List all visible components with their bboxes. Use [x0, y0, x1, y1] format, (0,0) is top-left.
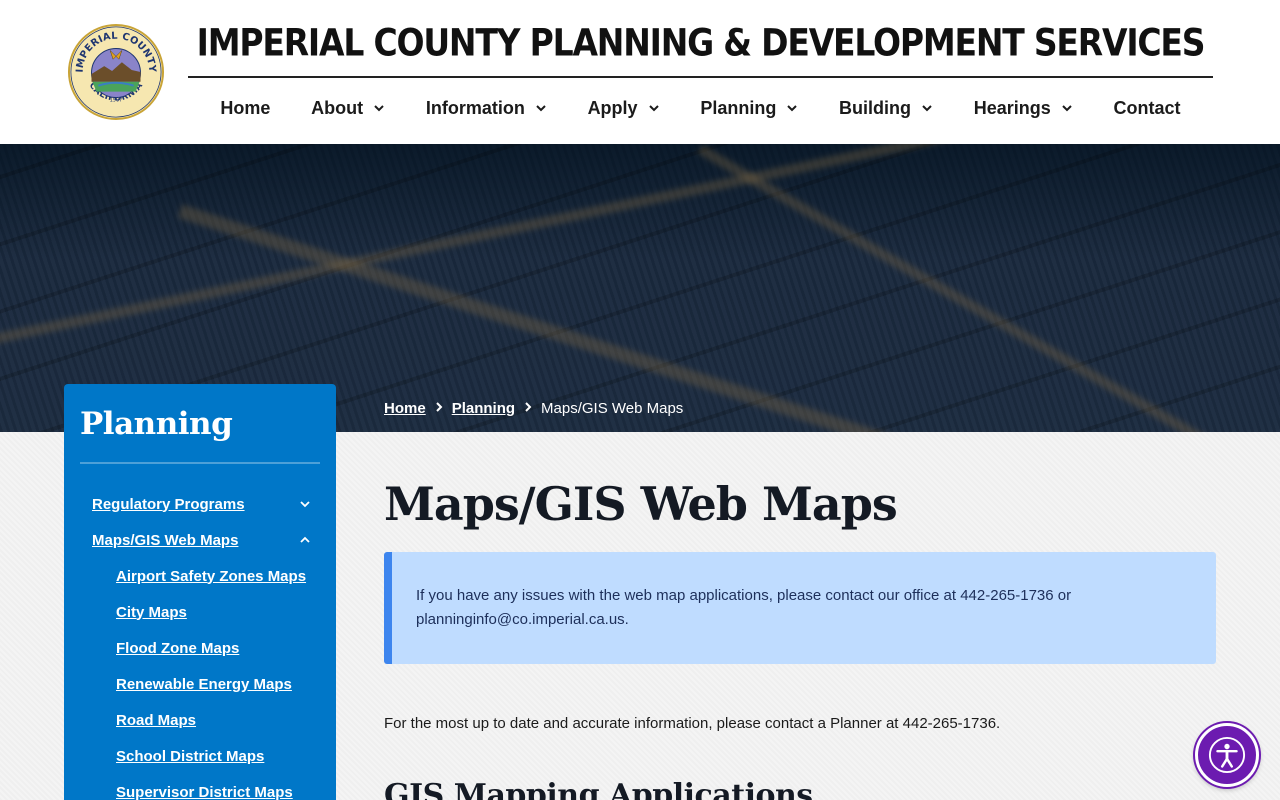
- nav-home-label: Home: [220, 97, 271, 118]
- sidebar-link-maps-gis[interactable]: Maps/GIS Web Maps: [92, 532, 238, 549]
- sidebar-link-city-maps[interactable]: City Maps: [116, 604, 187, 621]
- sidebar-link-supervisor-district-maps[interactable]: Supervisor District Maps: [116, 784, 293, 800]
- nav-planning[interactable]: Planning: [700, 98, 798, 119]
- sidebar-subitem: Road Maps: [80, 702, 320, 738]
- nav-hearings-label: Hearings: [973, 97, 1051, 118]
- chevron-down-icon: [922, 105, 932, 112]
- sidebar-link-flood-zone-maps[interactable]: Flood Zone Maps: [116, 640, 239, 657]
- page-title: Maps/GIS Web Maps: [384, 477, 898, 531]
- chevron-down-icon: [1062, 105, 1072, 112]
- sidebar-link-road-maps[interactable]: Road Maps: [116, 712, 196, 729]
- sidebar-link-airport-safety-zones[interactable]: Airport Safety Zones Maps: [116, 568, 306, 585]
- nav-contact[interactable]: Contact: [1114, 98, 1181, 119]
- chevron-down-icon[interactable]: [298, 497, 312, 511]
- chevron-down-icon: [374, 105, 384, 112]
- nav-planning-label: Planning: [700, 97, 777, 118]
- main-nav: Home About Information Apply Planning Bu…: [188, 88, 1213, 128]
- chevron-down-icon: [787, 105, 798, 112]
- breadcrumb-current: Maps/GIS Web Maps: [541, 399, 684, 417]
- chevron-down-icon: [536, 105, 546, 112]
- sidebar-link-regulatory-programs[interactable]: Regulatory Programs: [92, 496, 245, 513]
- breadcrumb-planning[interactable]: Planning: [452, 400, 515, 417]
- info-alert: If you have any issues with the web map …: [384, 552, 1216, 664]
- sidebar-subitem: Airport Safety Zones Maps: [80, 558, 320, 594]
- title-divider: [188, 76, 1213, 78]
- sidebar-item-regulatory-programs: Regulatory Programs: [80, 486, 320, 522]
- breadcrumb: Home Planning Maps/GIS Web Maps: [384, 396, 683, 420]
- nav-home[interactable]: Home: [220, 98, 270, 119]
- nav-about[interactable]: About: [311, 98, 385, 119]
- accessibility-button[interactable]: [1195, 723, 1259, 787]
- alert-text: If you have any issues with the web map …: [416, 587, 1072, 628]
- chevron-right-icon: [523, 400, 533, 417]
- sidebar-subitem: Flood Zone Maps: [80, 630, 320, 666]
- breadcrumb-home[interactable]: Home: [384, 400, 426, 417]
- nav-building-label: Building: [839, 97, 912, 118]
- sidebar-subitem: Supervisor District Maps: [80, 774, 320, 800]
- sidebar-title: Planning: [80, 406, 233, 442]
- county-seal-logo[interactable]: IMPERIAL COUNTY CALIFORNIA 1907: [67, 23, 165, 121]
- nav-contact-label: Contact: [1113, 97, 1181, 118]
- site-title: IMPERIAL COUNTY PLANNING & DEVELOPMENT S…: [196, 20, 1206, 65]
- nav-apply[interactable]: Apply: [588, 98, 660, 119]
- sidebar-link-renewable-energy-maps[interactable]: Renewable Energy Maps: [116, 676, 292, 693]
- seal-year: 1907: [110, 97, 122, 103]
- nav-building[interactable]: Building: [839, 98, 933, 119]
- nav-information-label: Information: [425, 97, 525, 118]
- accessibility-person-icon: [1208, 736, 1246, 774]
- sidebar-subitem: City Maps: [80, 594, 320, 630]
- sidebar-item-maps-gis: Maps/GIS Web Maps: [80, 522, 320, 558]
- contact-paragraph: For the most up to date and accurate inf…: [384, 715, 1001, 732]
- sidebar-nav: Planning Regulatory Programs Maps/GIS We…: [64, 384, 336, 800]
- site-header: IMPERIAL COUNTY CALIFORNIA 1907 IMPERIAL…: [0, 0, 1280, 144]
- chevron-up-icon[interactable]: [298, 533, 312, 547]
- section-heading: GIS Mapping Applications: [384, 778, 813, 800]
- chevron-down-icon: [648, 105, 659, 112]
- sidebar-divider: [80, 462, 320, 464]
- chevron-right-icon: [434, 400, 444, 417]
- nav-information[interactable]: Information: [426, 98, 547, 119]
- sidebar-link-school-district-maps[interactable]: School District Maps: [116, 748, 264, 765]
- sidebar-list: Regulatory Programs Maps/GIS Web Maps Ai…: [80, 486, 320, 800]
- nav-apply-label: Apply: [587, 97, 638, 118]
- sidebar-subitem: School District Maps: [80, 738, 320, 774]
- nav-hearings[interactable]: Hearings: [974, 98, 1073, 119]
- nav-about-label: About: [311, 97, 364, 118]
- sidebar-subitem: Renewable Energy Maps: [80, 666, 320, 702]
